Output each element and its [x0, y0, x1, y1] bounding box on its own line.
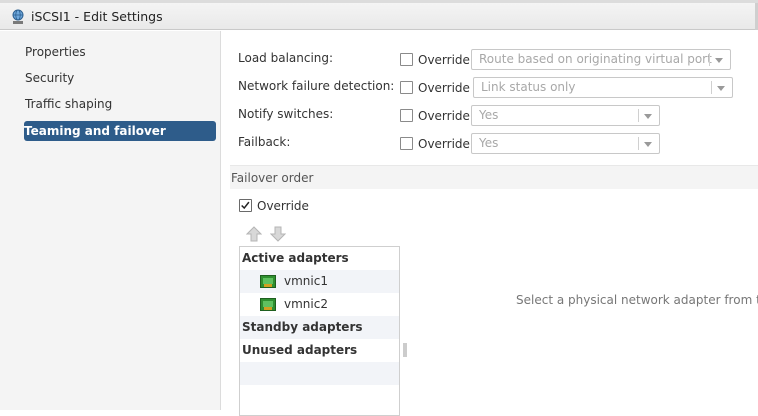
sidebar-item-traffic-shaping[interactable]: Traffic shaping — [24, 94, 216, 114]
dropdown-separator — [638, 137, 639, 150]
arrow-down-icon[interactable] — [270, 226, 286, 242]
sidebar-item-teaming-and-failover[interactable]: Teaming and failover — [24, 121, 216, 141]
failover-override-checkbox[interactable] — [239, 199, 252, 212]
active-adapters-group[interactable]: Active adapters — [240, 247, 399, 270]
dropdown-separator — [638, 109, 639, 122]
sidebar-item-security[interactable]: Security — [24, 68, 216, 88]
failover-override-label: Override — [257, 199, 309, 213]
standby-adapters-group[interactable]: Standby adapters — [240, 316, 399, 339]
dropdown-separator — [709, 53, 710, 66]
unused-adapters-group[interactable]: Unused adapters — [240, 339, 399, 362]
chevron-down-icon — [717, 86, 725, 91]
teaming-failover-panel: Load balancing: Override Route based on … — [222, 31, 758, 416]
network-portgroup-icon — [12, 9, 24, 24]
load-balancing-override-label: Override — [418, 53, 470, 67]
dropdown-separator — [711, 81, 712, 94]
adapter-name: vmnic1 — [284, 274, 328, 288]
list-item-vmnic1[interactable]: vmnic1 — [240, 270, 399, 293]
load-balancing-label: Load balancing: — [238, 51, 334, 65]
failback-dropdown[interactable]: Yes — [471, 133, 660, 154]
notify-switches-label: Notify switches: — [238, 107, 334, 121]
network-adapter-icon — [260, 275, 276, 288]
chevron-down-icon — [715, 58, 723, 63]
failback-value: Yes — [479, 136, 499, 150]
sidebar-item-properties[interactable]: Properties — [24, 42, 216, 62]
failback-override-checkbox[interactable] — [400, 137, 413, 150]
notify-switches-dropdown[interactable]: Yes — [471, 105, 660, 126]
network-failure-detection-value: Link status only — [481, 80, 576, 94]
load-balancing-dropdown[interactable]: Route based on originating virtual port — [471, 49, 731, 70]
chevron-down-icon — [644, 142, 652, 147]
load-balancing-override-checkbox[interactable] — [400, 53, 413, 66]
network-failure-detection-override-label: Override — [418, 81, 470, 95]
load-balancing-value: Route based on originating virtual port — [479, 52, 712, 66]
notify-switches-override-label: Override — [418, 109, 470, 123]
list-empty-row — [240, 362, 399, 385]
notify-switches-value: Yes — [479, 108, 499, 122]
splitter-handle[interactable] — [403, 343, 408, 357]
chevron-down-icon — [644, 114, 652, 119]
settings-sidebar: Properties Security Traffic shaping Team… — [0, 31, 221, 410]
network-failure-detection-override-checkbox[interactable] — [400, 81, 413, 94]
failback-label: Failback: — [238, 135, 291, 149]
notify-switches-override-checkbox[interactable] — [400, 109, 413, 122]
failover-adapter-list: Active adapters vmnic1 vmnic2 Standby ad… — [239, 246, 400, 416]
failover-order-section-header: Failover order — [230, 165, 758, 189]
network-adapter-icon — [260, 298, 276, 311]
title-bar: iSCSI1 - Edit Settings — [0, 3, 758, 30]
adapter-name: vmnic2 — [284, 297, 328, 311]
network-failure-detection-dropdown[interactable]: Link status only — [473, 77, 733, 98]
window-title: iSCSI1 - Edit Settings — [31, 9, 163, 24]
arrow-up-icon[interactable] — [246, 226, 262, 242]
failback-override-label: Override — [418, 137, 470, 151]
adapter-details-hint: Select a physical network adapter from t… — [516, 293, 758, 307]
checkmark-icon — [241, 201, 250, 210]
list-item-vmnic2[interactable]: vmnic2 — [240, 293, 399, 316]
network-failure-detection-label: Network failure detection: — [238, 79, 395, 93]
